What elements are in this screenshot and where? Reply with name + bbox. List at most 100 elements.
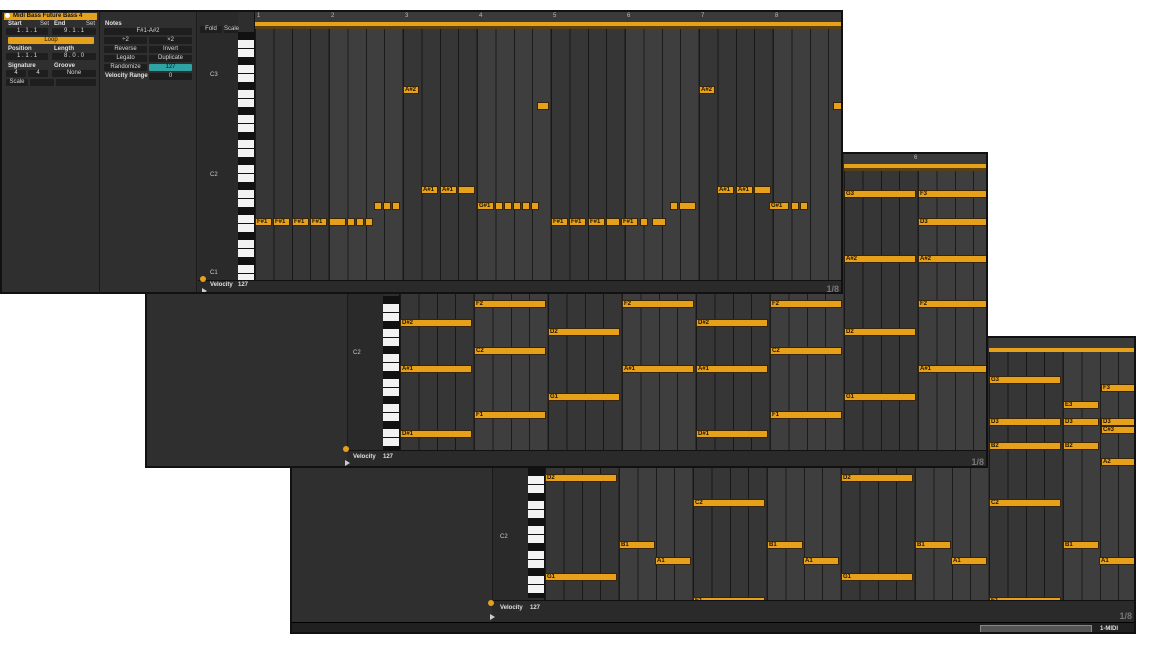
note[interactable] (537, 102, 549, 110)
note[interactable] (800, 202, 808, 210)
play-icon[interactable] (345, 460, 350, 466)
note[interactable]: A2 (1101, 458, 1134, 466)
note[interactable]: A#1 (400, 365, 472, 373)
note[interactable]: F1 (770, 411, 842, 419)
piano-keyboard[interactable] (383, 296, 399, 450)
scale-root-select[interactable] (30, 79, 54, 86)
note[interactable]: A#1 (696, 365, 768, 373)
note[interactable]: D2 (548, 328, 620, 336)
note[interactable]: F#1 (310, 218, 327, 226)
length-field[interactable]: 8 . 0 . 0 (52, 53, 96, 60)
note[interactable] (347, 218, 355, 226)
note[interactable]: G1 (545, 573, 617, 581)
note[interactable] (374, 202, 382, 210)
velocity-lane[interactable]: Velocity 127 1/8 (198, 280, 841, 292)
scale-name-select[interactable] (56, 79, 96, 86)
piano-keyboard[interactable] (238, 32, 254, 280)
note[interactable]: D3 (918, 218, 986, 226)
note[interactable] (365, 218, 373, 226)
clip-title-bar[interactable]: Midi Bass Future Bass 4 (4, 13, 97, 20)
note[interactable] (679, 202, 696, 210)
note-grid[interactable]: 1 2 3 4 5 6 7 8 F#1 F#1 F#1 F#1 A#2 A#1 … (254, 12, 841, 280)
note[interactable]: C#3 (1101, 426, 1134, 434)
note[interactable] (754, 186, 771, 194)
note[interactable]: A1 (1099, 557, 1134, 565)
note[interactable]: A#2 (918, 255, 986, 263)
note[interactable]: D2 (844, 328, 916, 336)
note[interactable]: F2 (474, 300, 546, 308)
note[interactable]: B2 (1063, 442, 1099, 450)
note[interactable]: A#2 (844, 255, 916, 263)
randomize-button[interactable]: Randomize (104, 64, 147, 71)
note[interactable] (652, 218, 666, 226)
note[interactable]: C2 (474, 347, 546, 355)
note[interactable] (833, 102, 841, 110)
note[interactable] (458, 186, 475, 194)
note[interactable]: A#1 (622, 365, 694, 373)
note[interactable] (606, 218, 620, 226)
play-icon[interactable] (490, 614, 495, 620)
note[interactable]: G3 (844, 190, 916, 198)
note[interactable]: A#1 (717, 186, 734, 194)
note[interactable]: D3 (1063, 418, 1099, 426)
end-field[interactable]: 9 . 1 . 1 (52, 28, 96, 35)
invert-button[interactable]: Invert (149, 46, 192, 53)
record-icon[interactable] (200, 276, 206, 282)
note[interactable]: D#2 (696, 319, 768, 327)
double-button[interactable]: ×2 (149, 37, 192, 44)
note[interactable]: D#1 (696, 430, 768, 438)
note[interactable]: D3 (989, 418, 1061, 426)
note[interactable]: F3 (1101, 384, 1134, 392)
scale-toggle[interactable]: Scale (6, 79, 28, 86)
note[interactable]: A#1 (421, 186, 438, 194)
piano-keyboard[interactable] (528, 468, 544, 598)
reverse-button[interactable]: Reverse (104, 46, 147, 53)
note[interactable]: A1 (951, 557, 987, 565)
note[interactable]: D#2 (400, 319, 472, 327)
note[interactable]: A#1 (440, 186, 457, 194)
play-icon[interactable] (202, 288, 207, 292)
loop-button[interactable]: Loop (8, 37, 94, 44)
note[interactable] (640, 218, 648, 226)
note[interactable] (504, 202, 512, 210)
note[interactable]: B1 (619, 541, 655, 549)
note[interactable]: C2 (770, 347, 842, 355)
note[interactable] (329, 218, 346, 226)
note[interactable]: G1 (841, 573, 913, 581)
note[interactable]: B1 (767, 541, 803, 549)
groove-select[interactable]: None (52, 70, 96, 77)
note[interactable]: F2 (770, 300, 842, 308)
notes-range-field[interactable]: F#1-A#2 (104, 28, 192, 35)
note[interactable] (791, 202, 799, 210)
note[interactable]: A#1 (918, 365, 986, 373)
note[interactable]: F#1 (292, 218, 309, 226)
note[interactable]: F#1 (588, 218, 605, 226)
signature-numerator[interactable]: 4 (6, 70, 26, 77)
note[interactable]: F2 (622, 300, 694, 308)
note[interactable]: F#1 (621, 218, 638, 226)
note[interactable]: A1 (655, 557, 691, 565)
record-icon[interactable] (488, 600, 494, 606)
note[interactable]: F2 (918, 300, 986, 308)
note[interactable]: G#1 (769, 202, 789, 210)
note[interactable]: A1 (803, 557, 839, 565)
note[interactable] (392, 202, 400, 210)
note[interactable]: A#2 (699, 86, 715, 94)
note[interactable] (495, 202, 503, 210)
note[interactable]: B1 (915, 541, 951, 549)
velocity-lane[interactable]: Velocity 127 1/8 (347, 450, 986, 466)
fold-button[interactable]: Fold (200, 26, 222, 33)
note[interactable]: C2 (693, 499, 765, 507)
halve-button[interactable]: ÷2 (104, 37, 147, 44)
note[interactable]: D2 (841, 474, 913, 482)
note[interactable] (513, 202, 521, 210)
note[interactable] (522, 202, 530, 210)
scale-button[interactable]: Scale (224, 26, 239, 33)
note[interactable]: G3 (989, 376, 1061, 384)
note[interactable]: B1 (1063, 541, 1099, 549)
note[interactable]: B2 (989, 442, 1061, 450)
note[interactable]: F#1 (569, 218, 586, 226)
note[interactable]: A#2 (403, 86, 419, 94)
note[interactable] (531, 202, 539, 210)
randomize-amount[interactable]: 127 (149, 64, 192, 71)
